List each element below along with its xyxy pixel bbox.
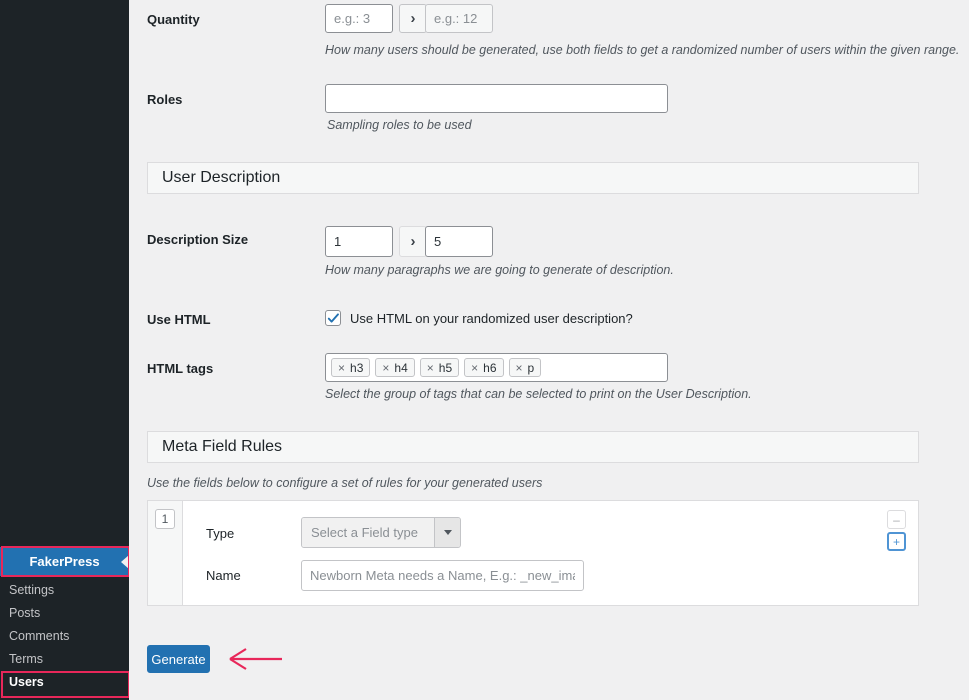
- remove-tag-icon[interactable]: ×: [516, 361, 523, 375]
- description-size-max-input[interactable]: [425, 226, 493, 257]
- tag-chip-h4-label: h4: [394, 360, 408, 375]
- admin-sidebar: FakerPress Settings Posts Comments Terms…: [0, 0, 129, 700]
- tag-chip-h6[interactable]: × h6: [464, 358, 504, 377]
- roles-input[interactable]: [325, 84, 668, 113]
- remove-tag-icon[interactable]: ×: [471, 361, 478, 375]
- sidebar-item-settings[interactable]: Settings: [0, 578, 129, 601]
- chevron-down-icon[interactable]: [434, 518, 460, 547]
- html-tags-description: Select the group of tags that can be sel…: [325, 387, 752, 401]
- quantity-description: How many users should be generated, use …: [325, 43, 960, 57]
- description-size-range-separator-button[interactable]: ›: [399, 226, 427, 257]
- description-size-description: How many paragraphs we are going to gene…: [325, 263, 674, 277]
- generate-button-label: Generate: [151, 651, 206, 667]
- section-header-meta-field-rules: Meta Field Rules: [147, 431, 919, 463]
- use-html-checkbox-row[interactable]: Use HTML on your randomized user descrip…: [325, 310, 633, 326]
- tag-chip-h5-label: h5: [438, 360, 453, 375]
- settings-form: Quantity › How many users should be gene…: [129, 0, 969, 700]
- meta-name-input[interactable]: [301, 560, 584, 591]
- tag-chip-h3[interactable]: × h3: [331, 358, 371, 377]
- sidebar-item-users-label: Users: [9, 674, 44, 689]
- sidebar-item-fakerpress[interactable]: FakerPress: [0, 547, 129, 576]
- sidebar-item-fakerpress-label: FakerPress: [29, 554, 100, 569]
- tag-chip-h6-label: h6: [483, 360, 497, 375]
- meta-field-rules-intro: Use the fields below to configure a set …: [147, 476, 543, 490]
- quantity-max-input[interactable]: [425, 4, 493, 33]
- sidebar-item-terms[interactable]: Terms: [0, 647, 129, 670]
- sidebar-submenu: Settings Posts Comments Terms Users: [0, 578, 129, 693]
- quantity-label: Quantity: [147, 12, 200, 27]
- use-html-checkbox[interactable]: [325, 310, 341, 326]
- section-header-user-description: User Description: [147, 162, 919, 194]
- description-size-min-input[interactable]: [325, 226, 393, 257]
- chevron-right-icon: ›: [410, 233, 416, 250]
- section-title-meta-field-rules: Meta Field Rules: [162, 438, 283, 455]
- remove-tag-icon[interactable]: ×: [382, 361, 389, 375]
- quantity-range-separator-button[interactable]: ›: [399, 4, 427, 33]
- row-index-column: 1: [148, 501, 183, 605]
- caret-left-icon: [121, 554, 129, 569]
- meta-type-select-value[interactable]: Select a Field type: [302, 518, 434, 547]
- table-row-index: 1: [155, 509, 175, 529]
- sidebar-item-posts[interactable]: Posts: [0, 601, 129, 624]
- roles-label: Roles: [147, 92, 183, 107]
- tag-chip-p[interactable]: × p: [508, 358, 542, 377]
- minus-icon: –: [893, 512, 900, 527]
- meta-type-label: Type: [206, 526, 235, 541]
- sidebar-item-posts-label: Posts: [9, 605, 41, 620]
- meta-field-rules-table: 1 Type Select a Field type Name – +: [147, 500, 919, 606]
- page-root: FakerPress Settings Posts Comments Terms…: [0, 0, 969, 700]
- tag-chip-h5[interactable]: × h5: [419, 358, 460, 377]
- meta-type-select[interactable]: Select a Field type: [301, 517, 461, 548]
- sidebar-item-terms-label: Terms: [9, 651, 44, 666]
- sidebar-item-comments-label: Comments: [9, 628, 70, 643]
- annotation-arrow: [229, 648, 282, 670]
- remove-tag-icon[interactable]: ×: [427, 361, 434, 375]
- sidebar-item-comments[interactable]: Comments: [0, 624, 129, 647]
- add-row-button[interactable]: +: [887, 532, 906, 551]
- section-title-user-description: User Description: [162, 169, 281, 186]
- sidebar-item-users[interactable]: Users: [0, 670, 129, 693]
- roles-description: Sampling roles to be used: [327, 118, 472, 132]
- tag-chip-p-label: p: [527, 360, 535, 375]
- plus-icon: +: [892, 534, 900, 549]
- html-tags-label: HTML tags: [147, 361, 214, 376]
- html-tags-input[interactable]: × h3 × h4 × h5 × h6 × p: [325, 353, 668, 382]
- use-html-checkbox-text: Use HTML on your randomized user descrip…: [350, 310, 633, 326]
- sidebar-item-settings-label: Settings: [9, 582, 55, 597]
- tag-chip-h3-label: h3: [350, 360, 364, 375]
- description-size-label: Description Size: [147, 232, 249, 247]
- chevron-right-icon: ›: [410, 10, 416, 27]
- generate-button[interactable]: Generate: [147, 645, 210, 673]
- quantity-min-input[interactable]: [325, 4, 393, 33]
- remove-row-button[interactable]: –: [887, 510, 906, 529]
- tag-chip-h4[interactable]: × h4: [375, 358, 415, 377]
- meta-name-label: Name: [206, 568, 241, 583]
- check-icon: [327, 312, 339, 323]
- use-html-label: Use HTML: [147, 312, 211, 327]
- remove-tag-icon[interactable]: ×: [338, 361, 345, 375]
